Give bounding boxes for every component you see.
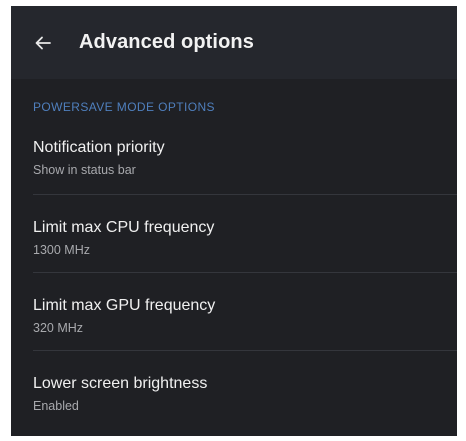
setting-title: Limit max GPU frequency (33, 297, 216, 314)
settings-screen: Advanced options POWERSAVE MODE OPTIONS … (11, 6, 457, 436)
setting-gpu-frequency[interactable]: Limit max GPU frequency 320 MHz (11, 273, 457, 351)
section-header: POWERSAVE MODE OPTIONS (33, 100, 215, 114)
arrow-left-icon[interactable] (33, 33, 53, 53)
setting-cpu-frequency[interactable]: Limit max CPU frequency 1300 MHz (11, 195, 457, 273)
setting-title: Limit max CPU frequency (33, 219, 215, 236)
setting-screen-brightness[interactable]: Lower screen brightness Enabled (11, 351, 457, 429)
setting-notification-priority[interactable]: Notification priority Show in status bar (11, 120, 457, 195)
setting-value: 1300 MHz (33, 243, 90, 257)
app-bar: Advanced options (11, 6, 457, 79)
setting-title: Notification priority (33, 139, 165, 156)
setting-value: Enabled (33, 399, 79, 413)
page-title: Advanced options (79, 31, 254, 53)
setting-value: 320 MHz (33, 321, 84, 335)
setting-value: Show in status bar (33, 163, 136, 177)
setting-title: Lower screen brightness (33, 375, 208, 392)
